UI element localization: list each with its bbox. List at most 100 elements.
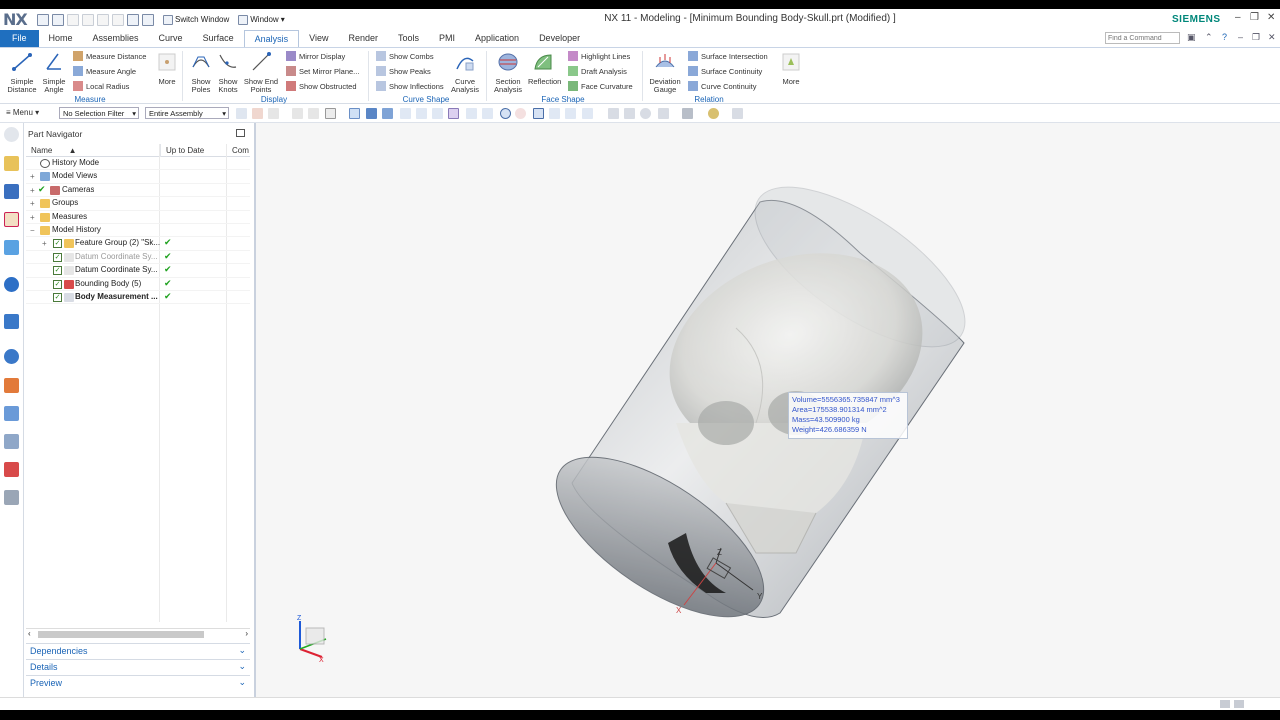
palette-icon[interactable] bbox=[4, 490, 19, 505]
tree-row-datum-csys-2[interactable]: ✓ Datum Coordinate Sy... ✔ bbox=[26, 264, 250, 278]
model-view[interactable]: Z Y X Z X bbox=[256, 123, 1280, 697]
wave-snap-icon[interactable] bbox=[466, 108, 477, 119]
graphics-window[interactable]: Z Y X Z X Volume=5556365.735847 mm^3 Are… bbox=[256, 123, 1280, 697]
curve-continuity-button[interactable]: Curve Continuity bbox=[688, 81, 756, 91]
curve-snap-icon[interactable] bbox=[416, 108, 427, 119]
show-end-points-button[interactable]: Show End Points bbox=[243, 51, 279, 95]
collapse-ribbon-icon[interactable]: ⌃ bbox=[1205, 32, 1213, 43]
measurement-callout[interactable]: Volume=5556365.735847 mm^3 Area=175538.9… bbox=[788, 392, 908, 439]
tab-file[interactable]: File bbox=[0, 30, 39, 47]
select-feature-icon[interactable] bbox=[252, 108, 263, 119]
process-studio-icon[interactable] bbox=[4, 378, 19, 393]
point-snap-icon[interactable] bbox=[482, 108, 493, 119]
clip-section-icon[interactable] bbox=[732, 108, 743, 119]
surface-intersection-button[interactable]: Surface Intersection bbox=[688, 51, 768, 61]
tab-analysis[interactable]: Analysis bbox=[243, 30, 300, 47]
scroll-left-icon[interactable]: ‹ bbox=[28, 629, 31, 638]
relation-more-button[interactable]: More bbox=[776, 51, 806, 86]
set-mirror-plane-button[interactable]: Set Mirror Plane... bbox=[286, 66, 359, 76]
tab-pmi[interactable]: PMI bbox=[429, 30, 465, 47]
manufacturing-wizard-icon[interactable] bbox=[4, 406, 19, 421]
quadrant-point-icon[interactable] bbox=[515, 108, 526, 119]
show-poles-button[interactable]: Show Poles bbox=[186, 51, 216, 95]
measure-more-button[interactable]: More bbox=[152, 51, 182, 86]
panel-pin-icon[interactable] bbox=[236, 129, 245, 137]
tab-surface[interactable]: Surface bbox=[193, 30, 244, 47]
tab-render[interactable]: Render bbox=[338, 30, 388, 47]
select-edge-icon[interactable] bbox=[308, 108, 319, 119]
tangent-point-icon[interactable] bbox=[565, 108, 576, 119]
ribbon-options-icon[interactable]: ▣ bbox=[1187, 32, 1196, 43]
full-screen-icon[interactable] bbox=[1234, 700, 1244, 708]
tree-row-history-mode[interactable]: History Mode bbox=[26, 157, 250, 171]
simple-distance-button[interactable]: Simple Distance bbox=[7, 51, 37, 95]
menu-button[interactable]: ≡ Menu ▾ bbox=[6, 108, 39, 117]
select-mode-icon[interactable] bbox=[236, 108, 247, 119]
show-peaks-button[interactable]: Show Peaks bbox=[376, 66, 431, 76]
tab-home[interactable]: Home bbox=[39, 30, 83, 47]
tree-row-bounding-body[interactable]: ✓ Bounding Body (5) ✔ bbox=[26, 278, 250, 291]
background-color-icon[interactable] bbox=[708, 108, 719, 119]
column-header-up-to-date[interactable]: Up to Date bbox=[161, 144, 227, 157]
spline-snap-icon[interactable] bbox=[448, 108, 459, 119]
collapse-icon[interactable]: − bbox=[30, 226, 35, 235]
restore-button[interactable]: ❐ bbox=[1250, 12, 1259, 23]
panel-dependencies[interactable]: Dependencies ⌄ bbox=[26, 643, 250, 658]
show-inflections-button[interactable]: Show Inflections bbox=[376, 81, 444, 91]
assembly-navigator-icon[interactable] bbox=[4, 156, 19, 171]
existing-point-icon[interactable] bbox=[549, 108, 560, 119]
minimize-button[interactable]: – bbox=[1235, 12, 1241, 23]
expand-icon[interactable]: + bbox=[30, 199, 35, 208]
zoom-icon[interactable] bbox=[624, 108, 635, 119]
doc-minimize-button[interactable]: – bbox=[1238, 32, 1243, 42]
reflection-button[interactable]: Reflection bbox=[528, 51, 561, 86]
visibility-checkbox[interactable]: ✓ bbox=[53, 279, 62, 289]
tree-row-model-views[interactable]: + Model Views bbox=[26, 170, 250, 184]
gear-icon[interactable] bbox=[4, 127, 19, 142]
tree-row-measures[interactable]: + Measures bbox=[26, 211, 250, 224]
center-point-icon[interactable] bbox=[500, 108, 511, 119]
doc-close-button[interactable]: ✕ bbox=[1268, 32, 1276, 43]
curve-analysis-button[interactable]: Curve Analysis bbox=[450, 51, 480, 95]
tab-tools[interactable]: Tools bbox=[388, 30, 429, 47]
visibility-checkbox[interactable]: ✓ bbox=[53, 292, 62, 302]
part-navigator-icon[interactable] bbox=[4, 212, 19, 227]
panel-details[interactable]: Details ⌄ bbox=[26, 659, 250, 674]
visibility-checkbox[interactable]: ✓ bbox=[53, 266, 62, 276]
visibility-checkbox[interactable]: ✓ bbox=[53, 252, 62, 262]
tab-developer[interactable]: Developer bbox=[529, 30, 590, 47]
web-browser-icon[interactable] bbox=[4, 314, 19, 329]
panel-preview[interactable]: Preview ⌄ bbox=[26, 675, 250, 690]
select-body-icon[interactable] bbox=[268, 108, 279, 119]
tab-assemblies[interactable]: Assemblies bbox=[83, 30, 149, 47]
multi-view-icon[interactable] bbox=[382, 108, 393, 119]
hd3d-tools-icon[interactable] bbox=[4, 277, 19, 292]
shaded-view-icon[interactable] bbox=[349, 108, 360, 119]
intersection-point-icon[interactable] bbox=[533, 108, 544, 119]
history-icon[interactable] bbox=[4, 349, 19, 364]
close-button[interactable]: ✕ bbox=[1267, 12, 1275, 23]
command-finder-input[interactable] bbox=[1105, 32, 1180, 44]
measure-angle-button[interactable]: Measure Angle bbox=[73, 66, 136, 76]
tree-row-model-history[interactable]: − Model History bbox=[26, 224, 250, 238]
simple-angle-button[interactable]: Simple Angle bbox=[39, 51, 69, 95]
deviation-gauge-button[interactable]: Deviation Gauge bbox=[648, 51, 682, 95]
scroll-right-icon[interactable]: › bbox=[245, 629, 248, 638]
orient-view-icon[interactable] bbox=[682, 108, 693, 119]
horizontal-scrollbar[interactable]: ‹ › bbox=[26, 628, 250, 639]
expand-icon[interactable]: + bbox=[30, 213, 35, 222]
show-knots-button[interactable]: Show Knots bbox=[213, 51, 243, 95]
section-analysis-button[interactable]: Section Analysis bbox=[493, 51, 523, 95]
assembly-scope-select[interactable]: Entire Assembly ▾ bbox=[145, 107, 229, 119]
expand-icon[interactable]: + bbox=[42, 239, 47, 248]
system-scenes-icon[interactable] bbox=[4, 462, 19, 477]
visibility-checkbox[interactable]: ✓ bbox=[53, 239, 62, 249]
measure-distance-button[interactable]: Measure Distance bbox=[73, 51, 146, 61]
expand-icon[interactable]: + bbox=[30, 186, 35, 195]
draft-analysis-button[interactable]: Draft Analysis bbox=[568, 66, 627, 76]
tab-view[interactable]: View bbox=[299, 30, 338, 47]
tree-row-feature-group[interactable]: + ✓ Feature Group (2) "Sk... ✔ bbox=[26, 237, 250, 251]
tab-curve[interactable]: Curve bbox=[149, 30, 193, 47]
highlight-lines-button[interactable]: Highlight Lines bbox=[568, 51, 630, 61]
roles-icon[interactable] bbox=[4, 434, 19, 449]
